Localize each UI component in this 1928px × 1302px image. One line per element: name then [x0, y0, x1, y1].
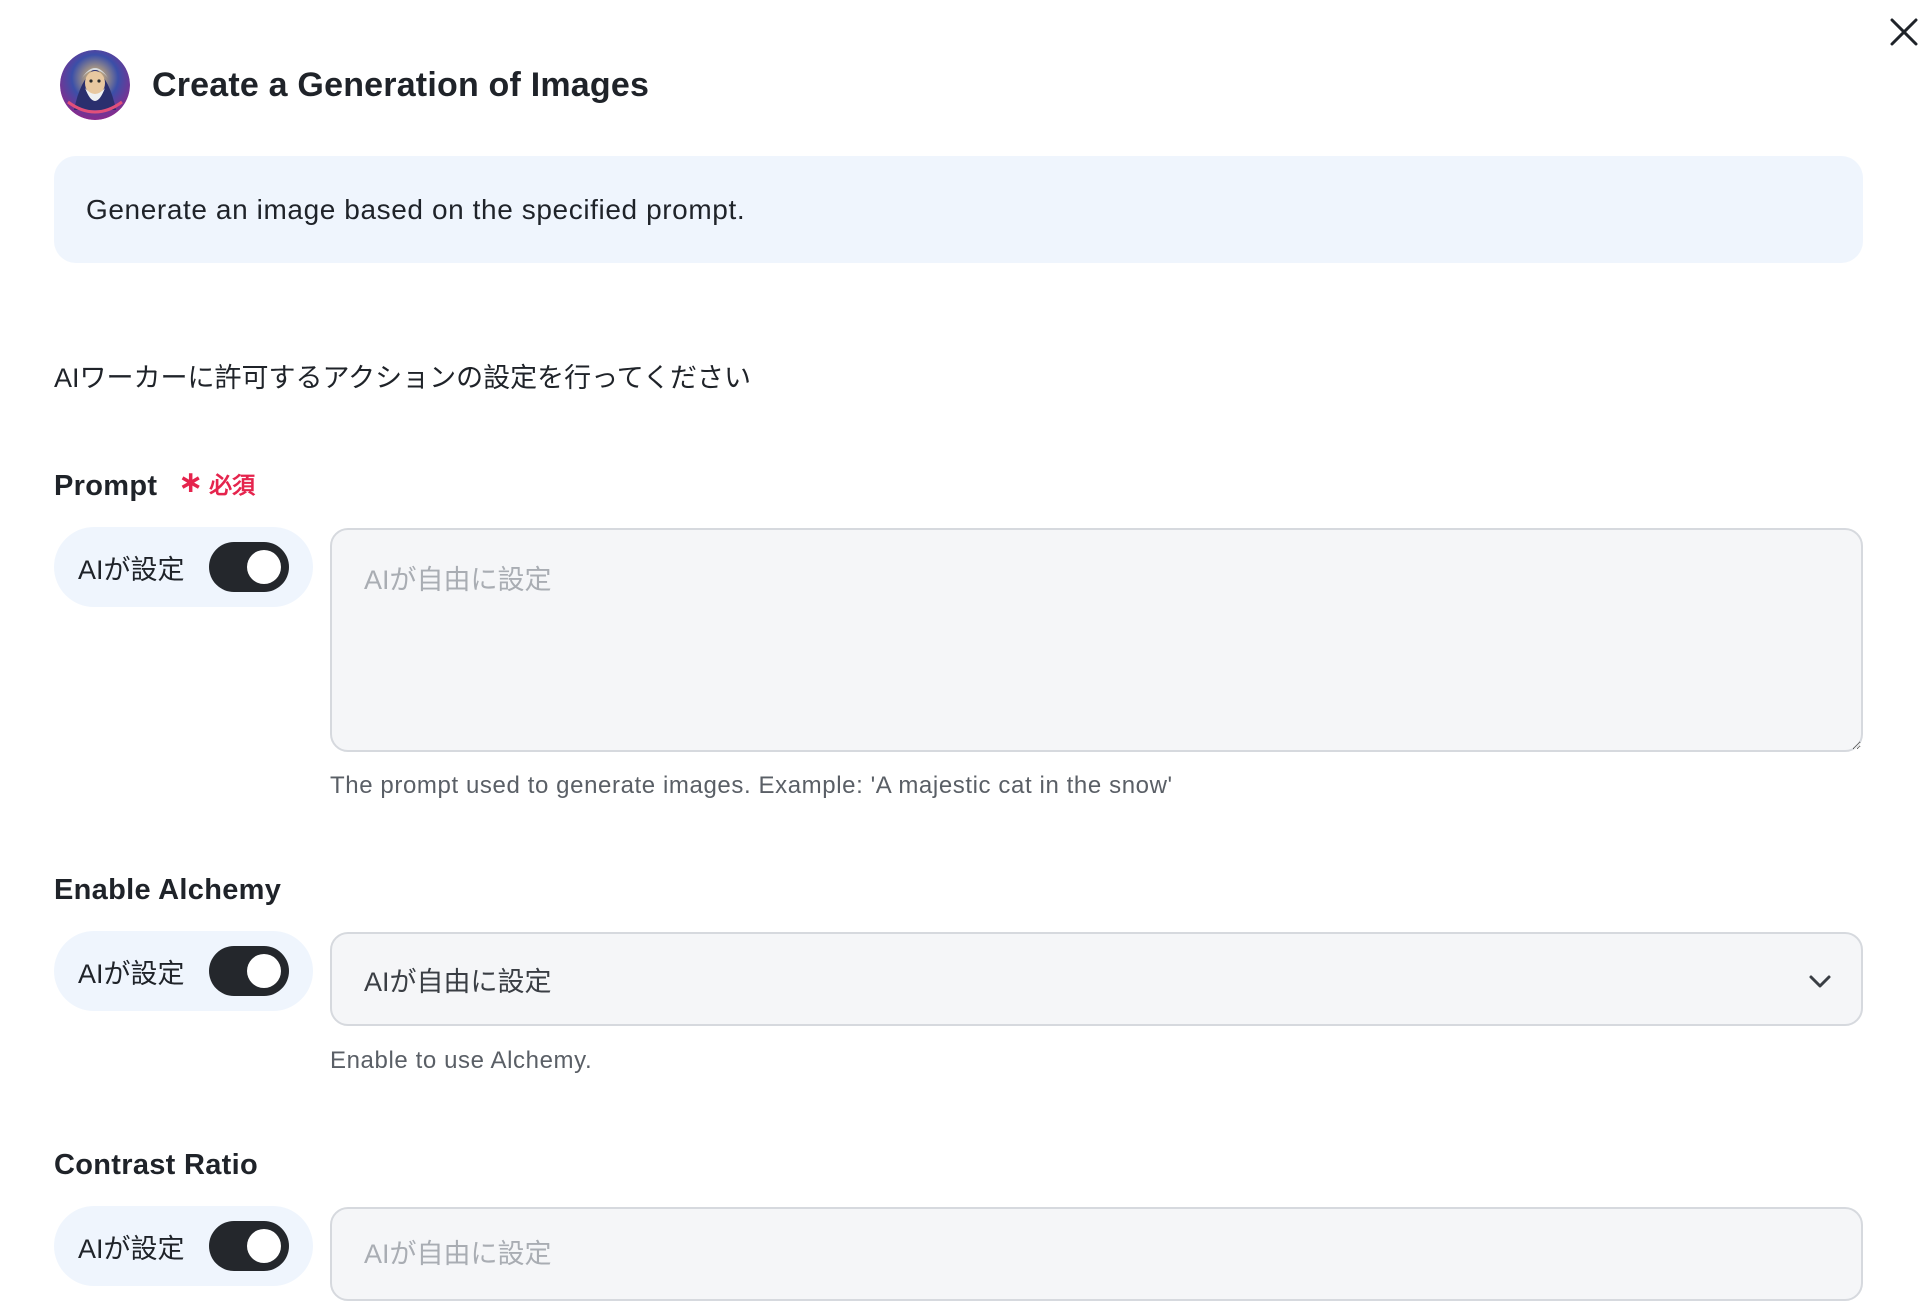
ai-toggle-label: AIが設定 — [78, 1233, 185, 1264]
select-value: AIが自由に設定 — [364, 966, 552, 997]
required-text: 必須 — [209, 472, 256, 498]
close-icon — [1890, 18, 1918, 46]
required-badge: ∗ 必須 — [178, 466, 255, 500]
enable-alchemy-label: Enable Alchemy — [54, 874, 282, 906]
prompt-help-text: The prompt used to generate images. Exam… — [330, 772, 1173, 799]
instruction-text: AIワーカーに許可するアクションの設定を行ってください — [54, 363, 751, 393]
enable-alchemy-ai-setting: AIが設定 — [54, 931, 313, 1011]
enable-alchemy-ai-toggle[interactable] — [209, 946, 289, 996]
enable-alchemy-select[interactable]: AIが自由に設定 — [330, 932, 1863, 1026]
contrast-ratio-label: Contrast Ratio — [54, 1149, 258, 1181]
dialog-header: Create a Generation of Images — [60, 50, 649, 120]
enable-alchemy-help-text: Enable to use Alchemy. — [330, 1047, 593, 1074]
contrast-ratio-input[interactable] — [330, 1207, 1863, 1301]
page-title: Create a Generation of Images — [152, 65, 650, 104]
asterisk-icon: ∗ — [178, 466, 204, 499]
prompt-textarea[interactable] — [330, 528, 1863, 752]
ai-toggle-label: AIが設定 — [78, 958, 185, 989]
prompt-ai-toggle[interactable] — [209, 542, 289, 592]
wizard-avatar-icon — [60, 50, 130, 120]
toggle-knob — [247, 1229, 281, 1263]
chevron-down-icon — [1809, 975, 1831, 988]
contrast-ratio-ai-setting: AIが設定 — [54, 1206, 313, 1286]
prompt-ai-setting: AIが設定 — [54, 527, 313, 607]
description-text: Generate an image based on the specified… — [86, 193, 746, 225]
close-button[interactable] — [1886, 14, 1922, 50]
contrast-ratio-ai-toggle[interactable] — [209, 1221, 289, 1271]
toggle-knob — [247, 954, 281, 988]
avatar — [60, 50, 130, 120]
prompt-label: Prompt — [54, 470, 158, 502]
description-banner: Generate an image based on the specified… — [54, 156, 1863, 263]
toggle-knob — [247, 550, 281, 584]
ai-toggle-label: AIが設定 — [78, 554, 185, 585]
